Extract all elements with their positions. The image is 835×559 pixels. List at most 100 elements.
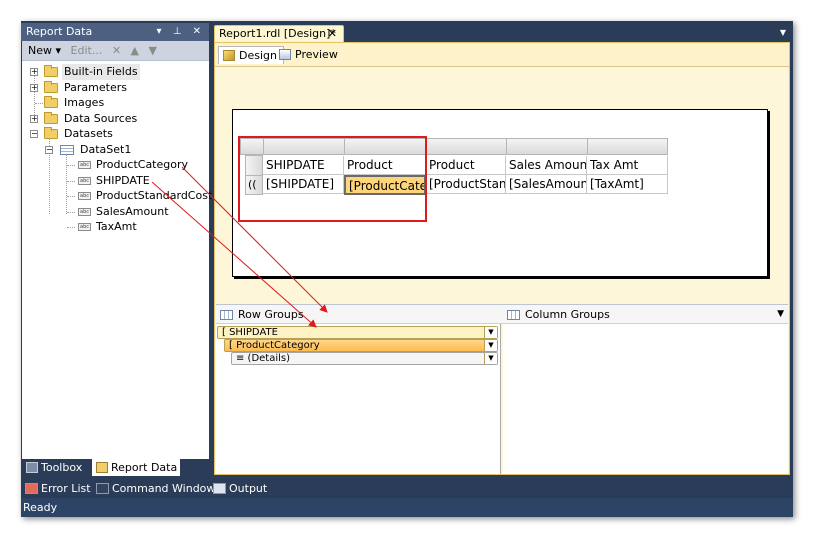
field-icon: abc xyxy=(78,176,91,185)
design-surface[interactable]: (( SHIPDATE Product Product Sales Amount… xyxy=(216,68,788,304)
new-button[interactable]: New ▾ xyxy=(28,41,61,61)
design-icon xyxy=(223,50,235,61)
column-handle[interactable] xyxy=(426,138,506,155)
status-bar: Ready xyxy=(21,498,793,517)
grouping-pane-header: Row Groups Column Groups ▼ xyxy=(216,304,788,324)
document-tab-title: Report1.rdl [Design]* xyxy=(219,27,336,40)
report-data-titlebar: Report Data ▾ ⊥ ✕ xyxy=(21,23,209,41)
annotation-highlight-box xyxy=(238,136,427,222)
command-window-icon xyxy=(96,483,109,494)
close-icon[interactable]: ✕ xyxy=(328,26,337,42)
tab-toolbox[interactable]: Toolbox xyxy=(22,459,91,476)
tab-output[interactable]: Output xyxy=(209,480,267,498)
header-cell[interactable]: Product xyxy=(426,156,506,175)
header-cell[interactable]: Sales Amount xyxy=(506,156,587,175)
expand-icon[interactable]: + xyxy=(30,68,38,76)
column-handle[interactable] xyxy=(587,138,668,155)
move-up-icon[interactable]: ▲ xyxy=(131,41,139,61)
tree-item-datasets[interactable]: − Datasets xyxy=(22,126,209,142)
tab-command-window[interactable]: Command Window xyxy=(92,480,215,498)
tab-report-data[interactable]: Report Data xyxy=(92,459,180,476)
tab-label: Error List xyxy=(41,482,91,495)
tree-label: SHIPDATE xyxy=(96,173,150,187)
column-groups-label: Column Groups xyxy=(525,308,610,321)
preview-icon xyxy=(279,49,291,60)
tree-guide xyxy=(67,165,75,166)
tree-label: TaxAmt xyxy=(96,220,137,233)
detail-cell[interactable]: [ProductStanda xyxy=(426,175,506,194)
tree-label: Images xyxy=(64,96,105,109)
group-item-productcategory[interactable]: [ ProductCategory ▼ xyxy=(224,339,498,352)
chevron-down-icon[interactable]: ▼ xyxy=(780,28,786,37)
row-groups-list: [ SHIPDATE ▼ [ ProductCategory ▼ ≡ (Deta… xyxy=(216,324,501,474)
report-data-panel: New ▾ Edit... ✕ ▲ ▼ + Built-in Fields + … xyxy=(22,41,212,459)
tree-item-field[interactable]: abc SalesAmount xyxy=(22,204,209,220)
tab-preview[interactable]: Preview xyxy=(275,46,344,64)
report-data-toolbar: New ▾ Edit... ✕ ▲ ▼ xyxy=(22,41,209,61)
tree-item-parameters[interactable]: + Parameters xyxy=(22,80,209,96)
row-groups-header: Row Groups xyxy=(216,305,304,324)
header-cell[interactable]: Tax Amt xyxy=(587,156,668,175)
report-data-bottom-tabs: Toolbox Report Data xyxy=(22,459,209,476)
chevron-down-icon[interactable]: ▼ xyxy=(484,353,497,364)
output-tabs: Error List Command Window Output xyxy=(21,480,793,498)
group-item-details[interactable]: ≡ (Details) ▼ xyxy=(231,352,498,365)
folder-icon xyxy=(44,96,58,108)
tree-guide xyxy=(67,227,75,228)
expand-icon[interactable]: + xyxy=(30,83,38,92)
panel-window-controls[interactable]: ▾ ⊥ ✕ xyxy=(157,23,205,41)
folder-icon xyxy=(44,65,58,77)
tree-item-field[interactable]: abc TaxAmt xyxy=(22,219,209,235)
tree-label: ProductCategory xyxy=(96,158,189,171)
tree-label: DataSet1 xyxy=(80,142,132,156)
edit-button[interactable]: Edit... xyxy=(71,41,103,61)
expand-icon[interactable]: + xyxy=(30,114,38,123)
toolbox-icon xyxy=(26,462,38,473)
field-icon: abc xyxy=(78,223,91,231)
design-view-tabs: Design Preview xyxy=(215,43,789,67)
tree-item-data-sources[interactable]: + Data Sources xyxy=(22,111,209,127)
column-groups-list xyxy=(503,324,788,474)
document-tab[interactable]: Report1.rdl [Design]* ✕ xyxy=(214,25,344,42)
chevron-down-icon[interactable]: ▼ xyxy=(484,327,497,338)
delete-icon[interactable]: ✕ xyxy=(112,41,121,61)
folder-icon xyxy=(44,111,58,124)
status-text: Ready xyxy=(23,501,58,514)
column-groups-header: Column Groups xyxy=(503,305,610,324)
dataset-icon xyxy=(60,144,74,155)
tree-guide xyxy=(67,180,75,182)
tab-error-list[interactable]: Error List xyxy=(21,480,91,498)
row-groups-icon xyxy=(220,310,233,320)
tree-item-field[interactable]: abc ProductStandardCost xyxy=(22,188,212,204)
column-groups-icon xyxy=(507,310,520,320)
output-icon xyxy=(213,483,226,494)
tree-item-builtin-fields[interactable]: + Built-in Fields xyxy=(22,64,209,80)
group-label: [ ProductCategory xyxy=(229,340,320,351)
tab-label: Command Window xyxy=(112,482,216,495)
detail-cell[interactable]: [SalesAmount] xyxy=(506,175,587,194)
move-down-icon[interactable]: ▼ xyxy=(149,41,157,61)
tree-label: Datasets xyxy=(64,127,113,140)
column-handle[interactable] xyxy=(506,138,587,155)
chevron-down-icon[interactable]: ▼ xyxy=(777,305,784,324)
tree-label: Data Sources xyxy=(64,111,138,125)
detail-cell[interactable]: [TaxAmt] xyxy=(587,175,668,194)
report-designer: Design Preview ((SHIPDATE Product Produ… xyxy=(214,42,790,475)
error-list-icon xyxy=(25,483,38,494)
row-groups-label: Row Groups xyxy=(238,308,304,321)
collapse-icon[interactable]: − xyxy=(45,145,53,154)
tree-label: SalesAmount xyxy=(96,204,169,218)
tree-item-dataset1[interactable]: − DataSet1 xyxy=(22,142,209,158)
group-label: [ SHIPDATE xyxy=(222,327,278,338)
tree-item-images[interactable]: Images xyxy=(22,95,209,111)
tree-guide xyxy=(67,211,75,213)
chevron-down-icon[interactable]: ▼ xyxy=(484,340,497,351)
tree-item-field[interactable]: abc SHIPDATE xyxy=(22,173,209,189)
tab-label: Output xyxy=(229,482,268,495)
ide-window: Report Data ▾ ⊥ ✕ New ▾ Edit... ✕ ▲ ▼ + … xyxy=(21,21,793,517)
tree-item-field[interactable]: abc ProductCategory xyxy=(22,157,209,173)
group-item-shipdate[interactable]: [ SHIPDATE ▼ xyxy=(217,326,498,339)
report-data-title: Report Data xyxy=(26,25,93,38)
tab-label: Preview xyxy=(295,48,338,61)
collapse-icon[interactable]: − xyxy=(30,130,38,138)
